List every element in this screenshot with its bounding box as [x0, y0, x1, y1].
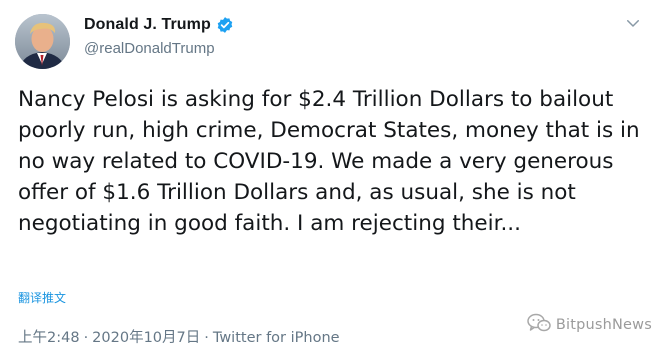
- author-display-name[interactable]: Donald J. Trump: [84, 16, 211, 34]
- avatar[interactable]: [15, 14, 70, 69]
- tweet-card: Donald J. Trump @realDonaldTrump Nancy P…: [0, 0, 660, 355]
- meta-separator: ·: [204, 330, 209, 346]
- translate-tweet-link[interactable]: 翻译推文: [18, 289, 66, 306]
- avatar-image: [15, 14, 70, 69]
- author-name-row[interactable]: Donald J. Trump: [84, 16, 234, 34]
- meta-separator: ·: [83, 330, 89, 346]
- author-handle[interactable]: @realDonaldTrump: [84, 40, 215, 57]
- tweet-text: Nancy Pelosi is asking for $2.4 Trillion…: [18, 87, 640, 236]
- tweet-meta: 上午2:48 · 2020年10月7日 · Twitter for iPhone: [18, 326, 340, 347]
- wechat-icon: [527, 313, 551, 337]
- watermark-text: BitpushNews: [555, 317, 652, 333]
- verified-badge-icon: [216, 16, 234, 34]
- chevron-down-icon[interactable]: [624, 14, 642, 32]
- watermark: BitpushNews: [527, 313, 652, 337]
- tweet-date[interactable]: 2020年10月7日: [92, 330, 200, 346]
- tweet-time[interactable]: 上午2:48: [18, 330, 80, 346]
- tweet-source[interactable]: Twitter for iPhone: [213, 330, 340, 346]
